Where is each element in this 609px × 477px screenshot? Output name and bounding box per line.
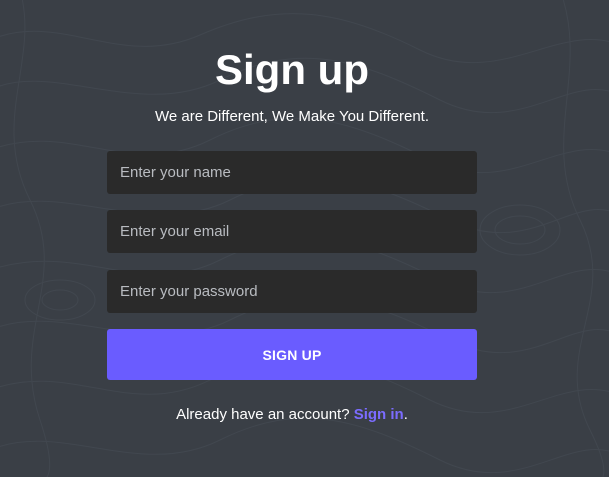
email-input[interactable]: [107, 210, 477, 253]
signup-button[interactable]: SIGN UP: [107, 329, 477, 380]
name-input[interactable]: [107, 151, 477, 194]
password-input[interactable]: [107, 270, 477, 313]
page-subtitle: We are Different, We Make You Different.: [154, 108, 430, 125]
signin-prompt: Already have an account? Sign in.: [67, 405, 517, 425]
signin-prompt-suffix: .: [403, 406, 408, 423]
page-title: Sign up: [215, 46, 369, 93]
signin-prompt-text: Already have an account?: [176, 406, 350, 423]
signin-link[interactable]: Sign in: [354, 406, 404, 423]
